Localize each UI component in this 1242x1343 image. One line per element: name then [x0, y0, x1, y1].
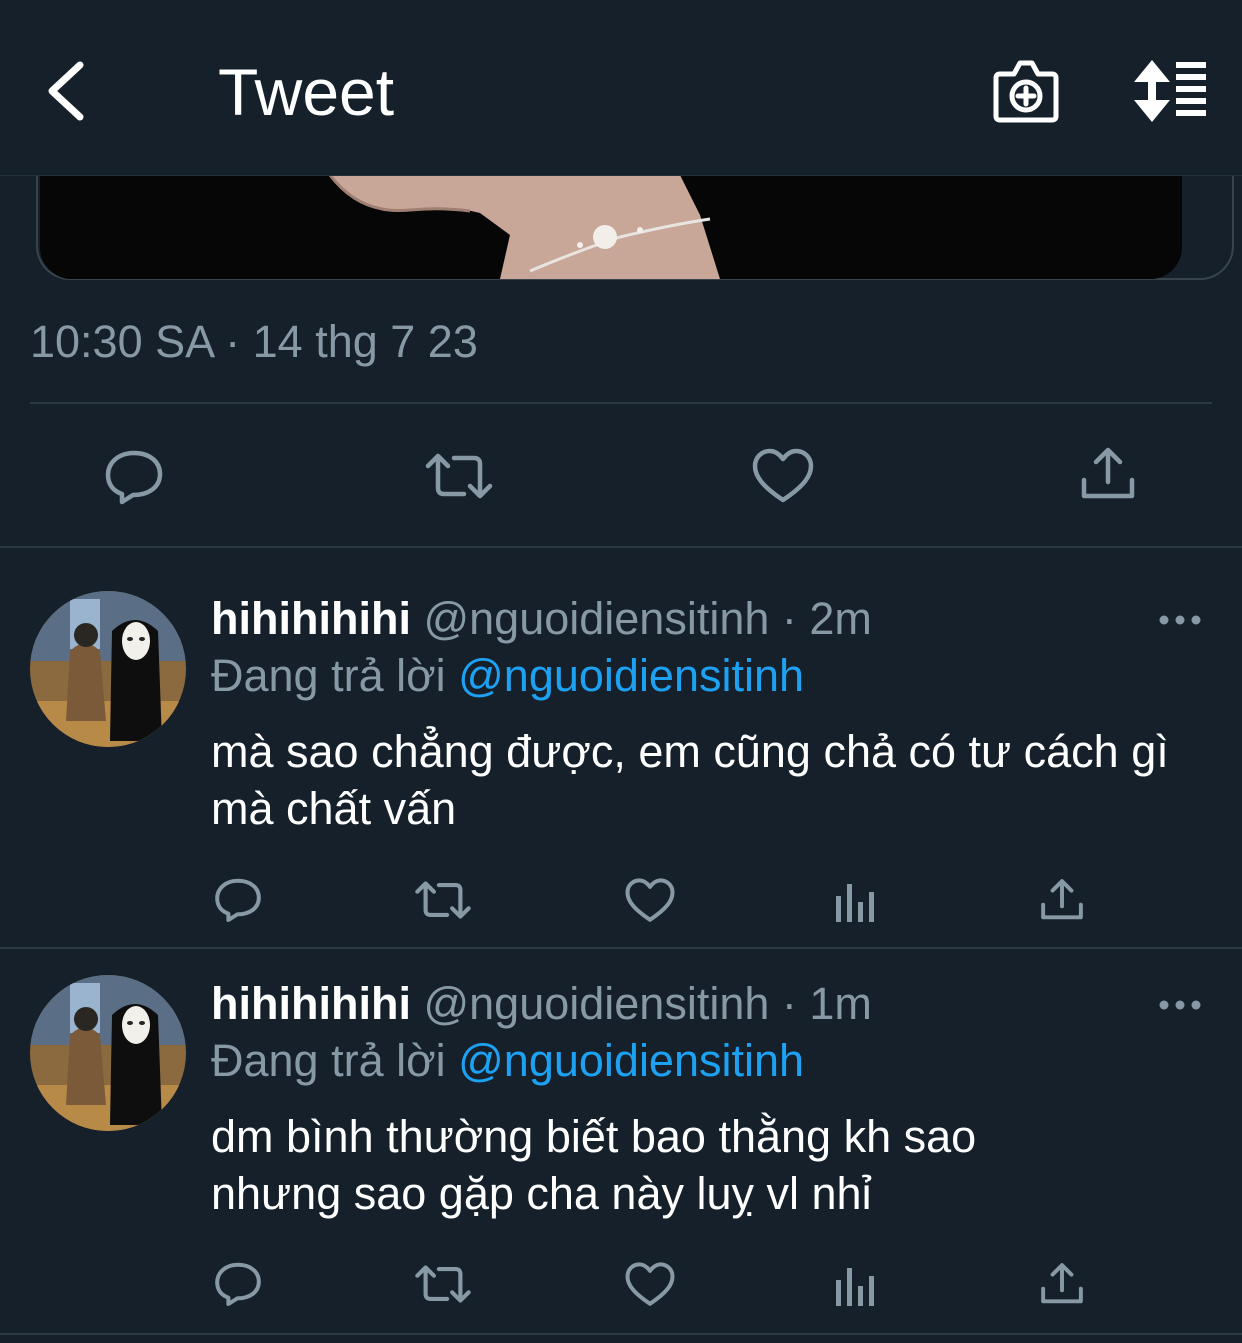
mention-link[interactable]: @nguoidiensitinh — [458, 650, 804, 701]
divider — [30, 402, 1212, 404]
user-handle: @nguoidiensitinh — [423, 593, 770, 644]
sort-button[interactable] — [1130, 58, 1210, 124]
retweet-button[interactable] — [414, 1262, 472, 1306]
reply-icon — [215, 1262, 261, 1306]
camera-button[interactable] — [990, 56, 1062, 126]
chevron-left-icon — [48, 61, 84, 121]
reply-button[interactable] — [214, 1260, 262, 1308]
display-name[interactable]: hihihihihi — [211, 978, 411, 1029]
tweet-time: 1m — [809, 978, 872, 1029]
page-title: Tweet — [218, 55, 395, 129]
mention-link[interactable]: @nguoidiensitinh — [458, 1035, 804, 1086]
tweet-time: 2m — [809, 593, 872, 644]
more-options-button[interactable] — [1158, 610, 1202, 630]
back-button[interactable] — [40, 55, 100, 127]
share-icon — [1081, 447, 1135, 499]
top-bar: Tweet — [0, 0, 1242, 176]
replying-prefix: Đang trả lời — [211, 1035, 446, 1086]
reply-button[interactable] — [104, 448, 164, 506]
like-button[interactable] — [752, 448, 814, 504]
reply-tweet[interactable]: hihihihihi @nguoidiensitinh · 1m Đang tr… — [0, 949, 1242, 1333]
analytics-button[interactable] — [834, 882, 878, 922]
replying-to: Đang trả lời @nguoidiensitinh — [211, 1034, 804, 1088]
avatar[interactable] — [30, 975, 186, 1131]
camera-plus-icon — [993, 60, 1059, 123]
analytics-button[interactable] — [834, 1266, 878, 1306]
analytics-icon — [836, 884, 874, 922]
heart-icon — [625, 878, 675, 922]
like-button[interactable] — [625, 1262, 675, 1307]
display-name[interactable]: hihihihihi — [211, 593, 411, 644]
avatar-image — [30, 975, 186, 1131]
share-icon — [1041, 1263, 1083, 1304]
replying-prefix: Đang trả lời — [211, 650, 446, 701]
separator: · — [781, 593, 810, 644]
share-button[interactable] — [1080, 446, 1136, 502]
photo-image — [40, 175, 1182, 279]
tweet-photo[interactable] — [40, 175, 1182, 279]
retweet-button[interactable] — [424, 450, 494, 502]
more-options-button[interactable] — [1158, 995, 1202, 1015]
share-button[interactable] — [1040, 1262, 1084, 1306]
heart-icon — [625, 1262, 675, 1306]
analytics-icon — [836, 1268, 874, 1306]
reply-button[interactable] — [214, 876, 262, 924]
replying-to: Đang trả lời @nguoidiensitinh — [211, 649, 804, 703]
user-line: hihihihihi @nguoidiensitinh · 2m — [211, 592, 872, 646]
reply-icon — [215, 878, 261, 922]
avatar[interactable] — [30, 591, 186, 747]
retweet-icon — [415, 1265, 471, 1303]
share-button[interactable] — [1040, 878, 1084, 922]
share-icon — [1041, 879, 1083, 920]
reply-tweet[interactable]: hihihihihi @nguoidiensitinh · 2m Đang tr… — [0, 548, 1242, 948]
tweet-text: mà sao chẳng được, em cũng chả có tư các… — [211, 726, 1169, 834]
tweet-text: dm bình thường biết bao thằng kh sao như… — [211, 1111, 977, 1219]
user-handle: @nguoidiensitinh — [423, 978, 770, 1029]
more-icon — [1159, 615, 1201, 625]
sort-list-icon — [1134, 60, 1206, 122]
divider — [0, 1333, 1242, 1335]
retweet-icon — [425, 453, 493, 499]
more-icon — [1159, 1000, 1201, 1010]
heart-icon — [752, 448, 814, 503]
like-button[interactable] — [625, 878, 675, 923]
reply-icon — [105, 450, 163, 505]
user-line: hihihihihi @nguoidiensitinh · 1m — [211, 977, 872, 1031]
avatar-image — [30, 591, 186, 747]
separator: · — [781, 978, 810, 1029]
retweet-button[interactable] — [414, 878, 472, 922]
tweet-timestamp: 10:30 SA · 14 thg 7 23 — [30, 316, 478, 367]
retweet-icon — [415, 881, 471, 919]
